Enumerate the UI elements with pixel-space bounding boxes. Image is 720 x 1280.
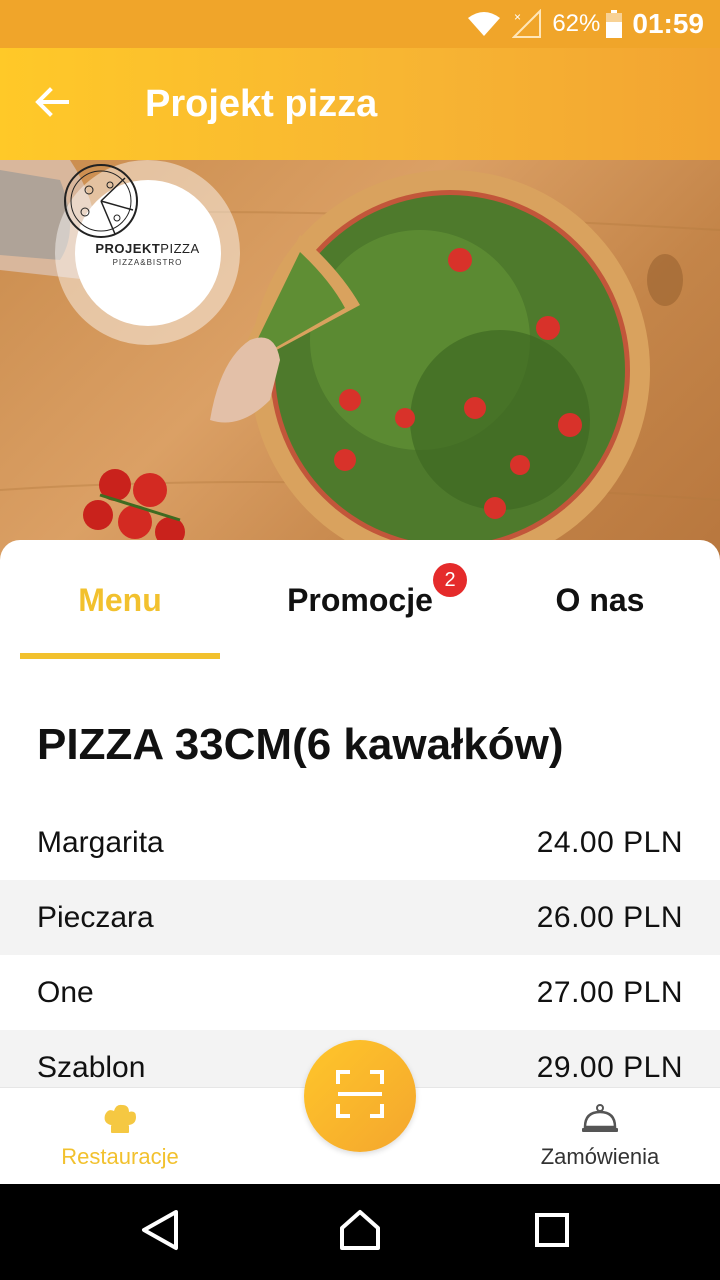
system-navigation-bar <box>0 1184 720 1280</box>
menu-item-name: Pieczara <box>37 900 154 934</box>
system-recents-button[interactable] <box>502 1184 602 1280</box>
app-bar: Projekt pizza <box>0 48 720 160</box>
logo-wordmark: PROJEKTPIZZA <box>95 240 200 256</box>
menu-item[interactable]: One 27.00 PLN <box>0 955 720 1030</box>
nav-zamowienia[interactable]: Zamówienia <box>480 1088 720 1185</box>
logo-tagline: PIZZA&BISTRO <box>112 257 183 267</box>
menu-item[interactable]: Margarita 24.00 PLN <box>0 805 720 880</box>
promotions-count-badge: 2 <box>433 563 467 597</box>
menu-item-price: 29.00 PLN <box>536 1050 683 1084</box>
svg-text:×: × <box>514 10 521 24</box>
menu-item-price: 24.00 PLN <box>536 825 683 859</box>
pizza-sketch-icon <box>64 164 138 238</box>
system-home-button[interactable] <box>310 1184 410 1280</box>
tab-bar: Menu Promocje 2 O nas <box>0 540 720 660</box>
tab-menu[interactable]: Menu <box>0 540 240 660</box>
qr-scan-icon <box>336 1069 384 1123</box>
no-signal-icon: × <box>512 9 542 39</box>
back-button[interactable] <box>0 48 104 160</box>
menu-item-name: Margarita <box>37 825 164 859</box>
page-title: Projekt pizza <box>145 82 378 125</box>
status-bar: × 62% 01:59 <box>0 0 720 48</box>
restaurant-logo: PROJEKTPIZZA PIZZA&BISTRO <box>55 160 240 345</box>
menu-item-price: 27.00 PLN <box>536 975 683 1009</box>
menu-item-name: Szablon <box>37 1050 146 1084</box>
wifi-icon <box>466 10 502 38</box>
active-tab-indicator <box>20 653 220 659</box>
qr-scan-button[interactable] <box>304 1040 416 1152</box>
arrow-left-icon <box>35 86 69 122</box>
recents-icon <box>534 1212 570 1253</box>
menu-item[interactable]: Pieczara 26.00 PLN <box>0 880 720 955</box>
content-sheet: Menu Promocje 2 O nas PIZZA 33CM(6 kawał… <box>0 540 720 1088</box>
menu-section-title: PIZZA 33CM(6 kawałków) <box>37 720 564 769</box>
back-triangle-icon <box>140 1209 180 1256</box>
battery-icon <box>606 10 623 38</box>
nav-restauracje[interactable]: Restauracje <box>0 1088 240 1185</box>
battery-percent: 62% <box>552 10 601 37</box>
cloche-icon <box>581 1103 619 1140</box>
system-back-button[interactable] <box>110 1184 210 1280</box>
nav-restauracje-label: Restauracje <box>61 1144 179 1169</box>
chef-hat-icon <box>102 1103 138 1140</box>
menu-item-name: One <box>37 975 94 1009</box>
nav-zamowienia-label: Zamówienia <box>540 1144 660 1169</box>
restaurant-cover-image: PROJEKTPIZZA PIZZA&BISTRO <box>0 160 720 560</box>
tab-promocje[interactable]: Promocje <box>240 540 480 660</box>
tab-o-nas[interactable]: O nas <box>480 540 720 660</box>
home-icon <box>338 1208 382 1257</box>
clock: 01:59 <box>632 8 704 39</box>
menu-item-price: 26.00 PLN <box>536 900 683 934</box>
